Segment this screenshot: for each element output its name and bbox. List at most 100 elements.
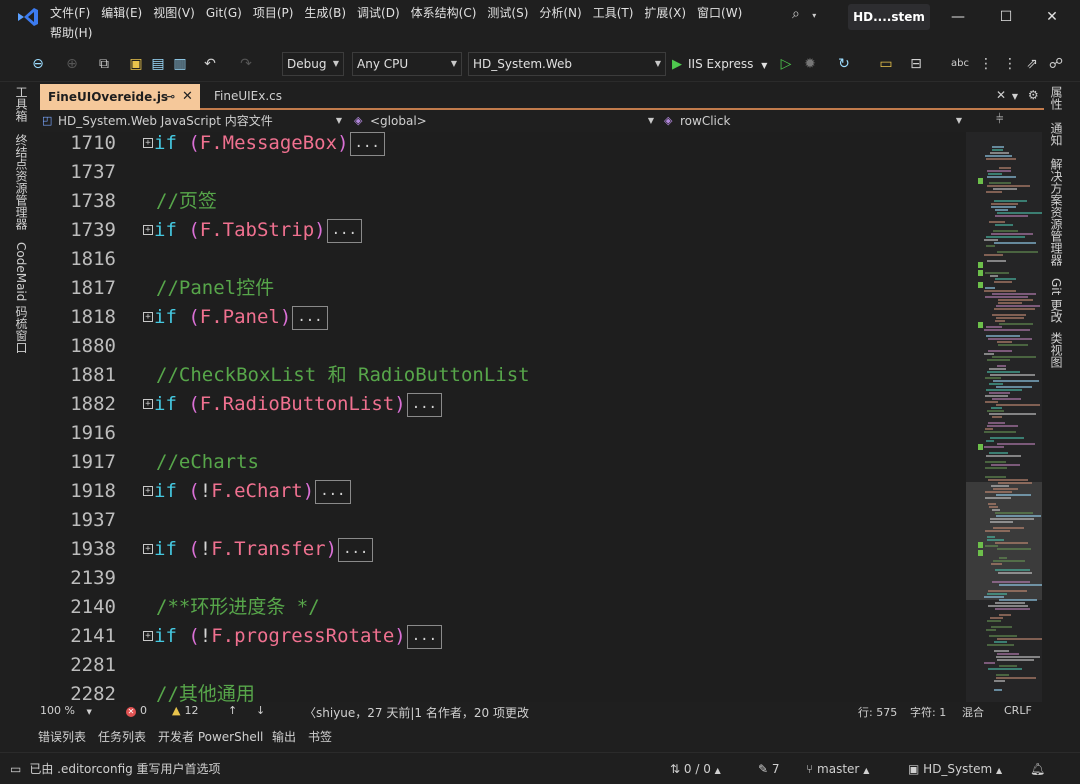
code-line[interactable]: 1818 + if (F.Panel)... (40, 303, 966, 332)
code-line[interactable]: 2282 //其他通用 (40, 680, 966, 702)
forward-button[interactable]: ⊕ (62, 54, 82, 74)
back-button[interactable]: ⊖ (28, 54, 48, 74)
maximize-button[interactable]: ☐ (992, 6, 1020, 28)
endpoint-explorer-tab[interactable]: 终结点资源管理器 (13, 134, 30, 230)
error-count[interactable]: ✕ 0 (126, 704, 147, 717)
git-repository[interactable]: ▣ HD_System ▲ (908, 759, 1002, 779)
close-window-button[interactable]: ✕ (1038, 6, 1066, 28)
layout-button[interactable]: ⊟ (906, 54, 926, 74)
close-tab-icon[interactable]: ✕ (182, 84, 193, 110)
solution-explorer-tab[interactable]: 解决方案资源管理器 (1048, 158, 1065, 266)
close-all-icon[interactable]: ✕ (996, 88, 1006, 102)
code-line[interactable]: 1918 + if (!F.eChart)... (40, 477, 966, 506)
code-line[interactable]: 1917 //eCharts (40, 448, 966, 477)
git-changes-tab[interactable]: Git 更改 (1048, 278, 1065, 323)
expand-outline-icon[interactable]: + (143, 486, 153, 496)
menu-project[interactable]: 项目(P) (251, 4, 303, 24)
properties-tab[interactable]: 属性 (1048, 86, 1065, 110)
column-number[interactable]: 字符: 1 (910, 704, 946, 720)
git-blame-info[interactable]: 〈shiyue，27 天前|1 名作者，20 项更改 (304, 704, 529, 721)
minimap-scrollbar[interactable] (966, 132, 1042, 702)
menu-test[interactable]: 测试(S) (485, 4, 537, 24)
code-editor[interactable]: 1710 + if (F.MessageBox)... 1737 1738//页签 173… (40, 132, 966, 702)
open-button[interactable]: ▣ (126, 54, 146, 74)
comment-button[interactable]: ⋮ (976, 54, 996, 74)
code-line[interactable]: 1938 + if (!F.Transfer)... (40, 535, 966, 564)
menu-help[interactable]: 帮助(H) (48, 24, 101, 44)
collapsed-block[interactable]: ... (338, 537, 374, 562)
menu-extensions[interactable]: 扩展(X) (642, 4, 695, 24)
refresh-button[interactable]: ↻ (834, 54, 854, 74)
feedback-button[interactable]: ☍ (1046, 54, 1066, 74)
collapsed-block[interactable]: ... (315, 479, 351, 504)
tab-task-list[interactable]: 任务列表 (98, 728, 146, 745)
menu-build[interactable]: 生成(B) (302, 4, 355, 24)
code-line[interactable]: 2281 (40, 651, 966, 680)
code-line[interactable]: 1710 + if (F.MessageBox)... (40, 132, 966, 158)
whitespace-mode[interactable]: 混合 (962, 704, 984, 720)
code-line[interactable]: 1737 (40, 158, 966, 187)
code-line[interactable]: 2140 /**环形进度条 */ (40, 593, 966, 622)
redo-button[interactable]: ↷ (236, 54, 256, 74)
tab-bookmarks[interactable]: 书签 (308, 728, 332, 745)
code-line[interactable]: 2141 + if (!F.progressRotate)... (40, 622, 966, 651)
code-line[interactable]: 1880 (40, 332, 966, 361)
collapsed-block[interactable]: ... (406, 392, 442, 417)
hot-reload-button[interactable]: ✹ (800, 54, 820, 74)
tab-fineuiex-cs[interactable]: FineUIEx.cs (208, 84, 318, 108)
code-line[interactable]: 1937 (40, 506, 966, 535)
menu-analyze[interactable]: 分析(N) (537, 4, 590, 24)
tab-error-list[interactable]: 错误列表 (38, 728, 86, 745)
expand-outline-icon[interactable]: + (143, 312, 153, 322)
class-view-tab[interactable]: 类视图 (1048, 332, 1065, 368)
tab-fineuiovereide-js[interactable]: FineUIOvereide.js ⊸ ✕ (40, 84, 200, 110)
start-debugging-button[interactable]: ▶ IIS Express ▼ (672, 52, 774, 76)
git-sync-status[interactable]: ⇅ 0 / 0 ▲ (670, 759, 721, 779)
platform-dropdown[interactable]: Any CPU ▼ (352, 52, 462, 76)
collapsed-block[interactable]: ... (292, 305, 328, 330)
zoom-dropdown[interactable]: 100 % ▼ (40, 704, 92, 717)
collapsed-block[interactable]: ... (349, 132, 385, 156)
notifications-button[interactable]: 🔔︎ (1030, 759, 1045, 779)
codemaid-tab[interactable]: CodeMaid 码梳窗口 (13, 242, 30, 353)
code-line[interactable]: 2139 (40, 564, 966, 593)
expand-outline-icon[interactable]: + (143, 399, 153, 409)
startup-project-dropdown[interactable]: HD_System.Web ▼ (468, 52, 666, 76)
project-dropdown[interactable]: ◰ HD_System.Web JavaScript 内容文件 ▼ (40, 111, 346, 131)
member-dropdown[interactable]: ◈ rowClick ▼ (662, 111, 966, 131)
save-all-button[interactable]: ▥ (170, 54, 190, 74)
notifications-tab[interactable]: 通知 (1048, 122, 1065, 146)
spell-check-button[interactable]: abc (950, 54, 970, 74)
chevron-down-icon[interactable]: ▼ (1012, 92, 1018, 101)
share-button[interactable]: ⇗ (1022, 54, 1042, 74)
code-line[interactable]: 1882 + if (F.RadioButtonList)... (40, 390, 966, 419)
configuration-dropdown[interactable]: Debug ▼ (282, 52, 344, 76)
menu-tools[interactable]: 工具(T) (591, 4, 643, 24)
solution-explorer-button[interactable]: ▭ (876, 54, 896, 74)
pin-icon[interactable]: ⊸ (166, 84, 175, 110)
warning-count[interactable]: ▲ 12 (172, 704, 198, 717)
gear-icon[interactable]: ⚙ (1028, 88, 1039, 102)
menu-git[interactable]: Git(G) (204, 4, 251, 24)
code-line[interactable]: 1916 (40, 419, 966, 448)
line-ending[interactable]: CRLF (1004, 704, 1032, 717)
save-button[interactable]: ▤ (148, 54, 168, 74)
menu-edit[interactable]: 编辑(E) (99, 4, 151, 24)
new-project-button[interactable]: ⧉ (94, 54, 114, 74)
collapsed-block[interactable]: ... (406, 624, 443, 649)
pending-changes[interactable]: ✎ 7 (758, 759, 780, 779)
tab-output[interactable]: 输出 (272, 728, 296, 745)
line-number[interactable]: 行: 575 (858, 704, 897, 720)
scope-dropdown[interactable]: ◈ <global> ▼ (352, 111, 658, 131)
collapsed-block[interactable]: ... (326, 218, 362, 243)
split-editor-button[interactable]: ⫩ (996, 112, 1003, 127)
expand-outline-icon[interactable]: + (143, 544, 153, 554)
solution-title[interactable]: HD....stem (848, 4, 930, 30)
next-issue-button[interactable]: ↓ (256, 704, 265, 717)
toolbox-tab[interactable]: 工具箱 (13, 86, 30, 122)
uncomment-button[interactable]: ⋮ (1000, 54, 1020, 74)
minimize-button[interactable]: — (944, 6, 972, 28)
menu-view[interactable]: 视图(V) (151, 4, 204, 24)
expand-outline-icon[interactable]: + (143, 225, 153, 235)
search-button[interactable]: ⌕ ▾ (792, 6, 832, 28)
